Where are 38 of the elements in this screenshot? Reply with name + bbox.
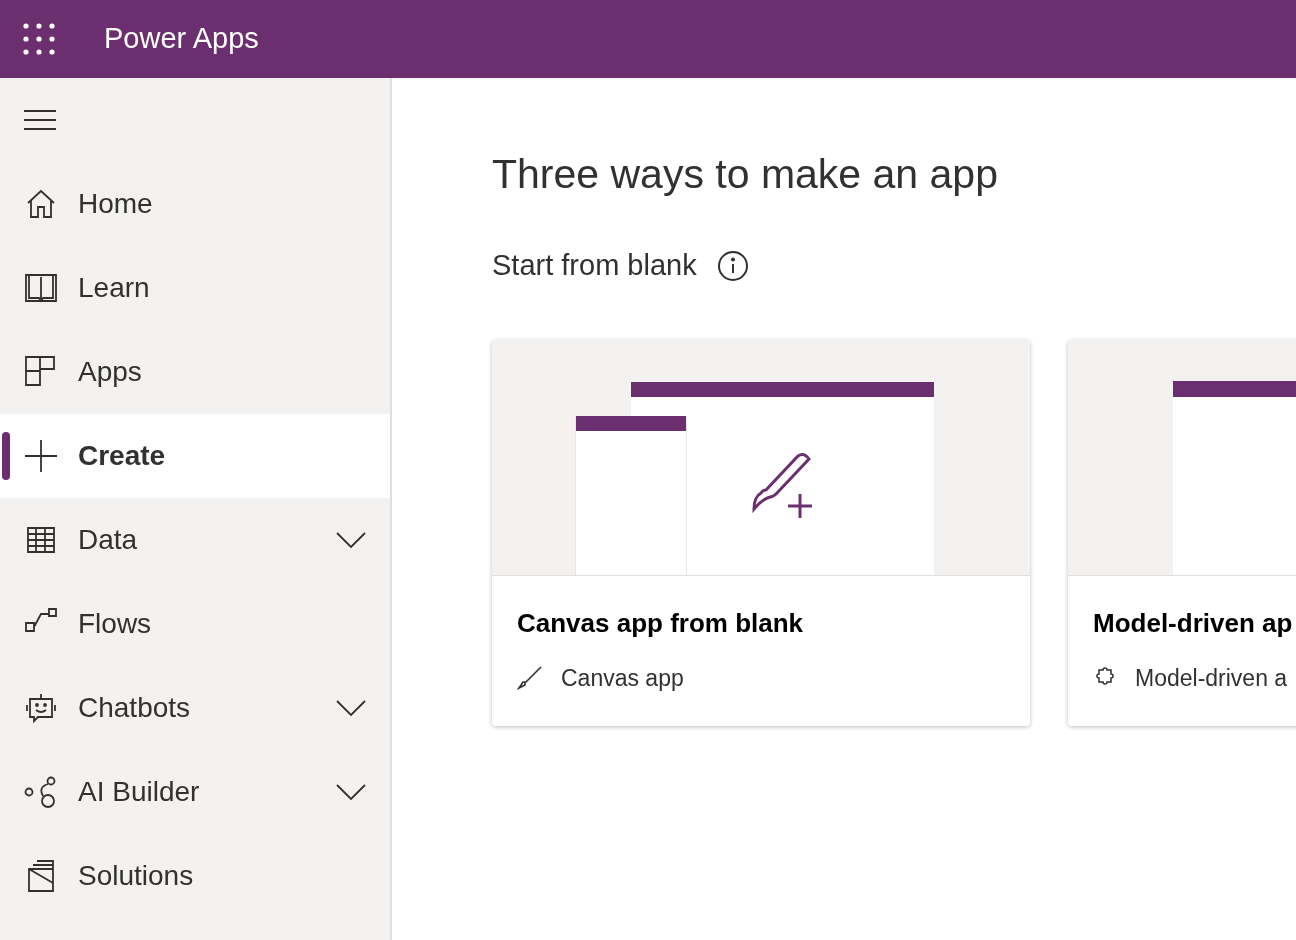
nav-item[interactable]: AI Builder: [0, 750, 390, 834]
nav-item[interactable]: Chatbots: [0, 666, 390, 750]
nav-label: Solutions: [78, 859, 195, 893]
nav-label: Apps: [78, 355, 143, 389]
chevron-down-icon[interactable]: [336, 532, 366, 548]
nav-item[interactable]: Data: [0, 498, 390, 582]
selection-indicator: [2, 432, 10, 480]
nav-label: Chatbots: [78, 691, 192, 725]
plus-icon: [24, 439, 58, 473]
app-card[interactable]: Canvas app from blank Canvas app: [492, 339, 1030, 726]
nav-item[interactable]: Home: [0, 162, 390, 246]
brush-icon: [517, 664, 543, 691]
chevron-down-icon[interactable]: [336, 784, 366, 800]
info-icon[interactable]: [716, 249, 749, 282]
nav-label: Data: [78, 523, 139, 557]
nav-label: Home: [78, 187, 154, 221]
nav-item[interactable]: Solutions: [0, 834, 390, 918]
nav-label: Learn: [78, 271, 151, 305]
circles-icon: [24, 775, 58, 809]
card-title: Canvas app from blank: [517, 606, 804, 640]
chevron-down-icon[interactable]: [336, 700, 366, 716]
page-heading: Three ways to make an app: [492, 150, 999, 199]
app-type-label: Canvas app: [561, 663, 684, 693]
nav-label: AI Builder: [78, 775, 201, 809]
book-icon: [24, 271, 58, 305]
nav-item[interactable]: Apps: [0, 330, 390, 414]
nav-label: Create: [78, 439, 167, 473]
nav-item[interactable]: Flows: [0, 582, 390, 666]
app-type-label: Model-driven a: [1135, 663, 1288, 693]
nav-item[interactable]: Create: [0, 414, 390, 498]
app-title[interactable]: Power Apps: [104, 17, 259, 61]
robot-icon: [24, 691, 58, 725]
app-card[interactable]: Model-driven ap Model-driven a: [1068, 339, 1296, 726]
nav-label: Flows: [78, 607, 153, 641]
section-heading: Start from blank: [492, 248, 697, 283]
nav-item[interactable]: Learn: [0, 246, 390, 330]
card-title: Model-driven ap: [1093, 606, 1293, 640]
apps-icon: [24, 355, 58, 389]
